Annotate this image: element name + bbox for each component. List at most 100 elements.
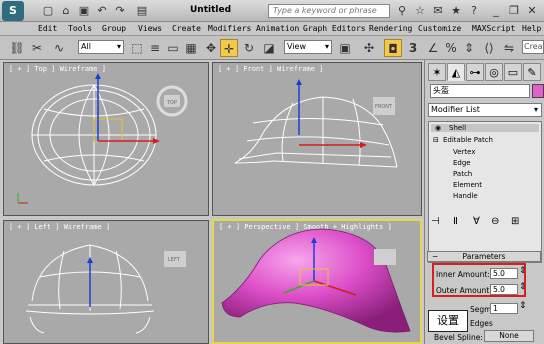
- segments-spinner-arrows-icon[interactable]: ⇕: [519, 301, 527, 311]
- menu-edit[interactable]: Edit: [38, 24, 57, 33]
- project-folder-icon[interactable]: ▤: [134, 3, 150, 19]
- link-icon[interactable]: ⛓: [8, 39, 26, 57]
- select-object-icon[interactable]: ⬚: [128, 39, 146, 57]
- restore-icon[interactable]: ❐: [506, 3, 522, 19]
- snaps-toggle-icon[interactable]: 𝟯: [404, 39, 422, 57]
- menu-tools[interactable]: Tools: [68, 24, 92, 33]
- top-wireframe: TOP: [17, 73, 188, 204]
- new-file-icon[interactable]: ▢: [40, 3, 56, 19]
- menu-bar: Edit Tools Group Views Create Modifiers …: [0, 22, 544, 36]
- subscription-icon[interactable]: ☆: [412, 3, 428, 19]
- unlink-icon[interactable]: ✂: [28, 39, 46, 57]
- menu-rendering[interactable]: Rendering: [369, 24, 412, 33]
- create-tab-icon[interactable]: ✶: [428, 63, 446, 81]
- menu-animation[interactable]: Animation: [256, 24, 299, 33]
- remove-modifier-icon[interactable]: ⊖: [491, 216, 499, 227]
- region-select-icon[interactable]: ▭: [164, 39, 182, 57]
- stack-item-edge[interactable]: Edge: [453, 159, 471, 167]
- mirror-icon[interactable]: ⇋: [500, 39, 518, 57]
- viewcube-front-label[interactable]: FRONT: [375, 104, 393, 110]
- configure-sets-icon[interactable]: ⊞: [511, 216, 519, 227]
- viewport-left[interactable]: [ + ] Left ] Wireframe ] LEFT: [3, 220, 209, 344]
- modifier-stack: Shell ◉ Editable Patch ⊟ Vertex Edge Pat…: [428, 121, 542, 263]
- hierarchy-tab-icon[interactable]: ⊶: [466, 63, 484, 81]
- display-tab-icon[interactable]: ▭: [504, 63, 522, 81]
- modify-tab-icon[interactable]: ◭: [447, 63, 465, 81]
- title-bar: S ▢ ⌂ ▣ ↶ ↷ ▤ Untitled Type a keyword or…: [0, 0, 544, 22]
- bevel-spline-label: Bevel Spline:: [434, 333, 483, 342]
- menu-customize[interactable]: Customize: [418, 24, 461, 33]
- window-title: Untitled: [190, 5, 232, 15]
- stack-item-shell[interactable]: Shell: [431, 124, 539, 132]
- stack-collapse-icon[interactable]: ⊟: [433, 136, 439, 144]
- viewcube-left-label[interactable]: LEFT: [168, 257, 181, 263]
- close-icon[interactable]: ✕: [524, 3, 540, 19]
- menu-graph-editors[interactable]: Graph Editors: [303, 24, 366, 33]
- highlight-box: [432, 263, 526, 297]
- menu-group[interactable]: Group: [102, 24, 126, 33]
- rollout-toggle-icon: −: [432, 252, 439, 261]
- favorites-icon[interactable]: ★: [448, 3, 464, 19]
- undo-icon[interactable]: ↶: [94, 3, 110, 19]
- stack-item-patch[interactable]: Patch: [453, 170, 472, 178]
- menu-modifiers[interactable]: Modifiers: [208, 24, 251, 33]
- edit-named-selection-icon[interactable]: ⟨⟩: [480, 39, 498, 57]
- scale-icon[interactable]: ◪: [260, 39, 278, 57]
- parameters-rollout-title: Parameters: [462, 252, 506, 261]
- left-wireframe: LEFT: [25, 244, 186, 334]
- bevel-spline-button[interactable]: None: [484, 330, 534, 342]
- viewport-perspective[interactable]: [ + ] Perspective ] Smooth + Highlights …: [212, 219, 422, 344]
- select-by-name-icon[interactable]: ≡: [146, 39, 164, 57]
- viewport-front[interactable]: [ + ] Front ] Wireframe ] FRONT: [212, 62, 422, 216]
- motion-tab-icon[interactable]: ◎: [485, 63, 503, 81]
- angle-snap-icon[interactable]: ∠: [424, 39, 442, 57]
- callout-label: 设置: [428, 310, 468, 332]
- stack-item-element[interactable]: Element: [453, 181, 482, 189]
- pivot-center-icon[interactable]: ▣: [336, 39, 354, 57]
- select-move-icon[interactable]: ✥: [202, 39, 220, 57]
- reference-coord-dropdown[interactable]: View: [284, 40, 332, 54]
- app-logo-icon[interactable]: S: [2, 1, 24, 21]
- open-file-icon[interactable]: ⌂: [58, 3, 74, 19]
- viewcube-top-label[interactable]: TOP: [166, 100, 177, 106]
- select-manipulate-icon[interactable]: ✣: [360, 39, 378, 57]
- named-selection-set-field[interactable]: Create: [522, 40, 544, 54]
- minimize-icon[interactable]: _: [488, 3, 504, 19]
- utilities-tab-icon[interactable]: ✎: [523, 63, 541, 81]
- front-wireframe: FRONT: [234, 79, 398, 168]
- select-move-active-icon[interactable]: ✛: [220, 39, 238, 57]
- pin-stack-icon[interactable]: ⊣: [431, 216, 440, 227]
- stack-item-handle[interactable]: Handle: [453, 192, 478, 200]
- rotate-icon[interactable]: ↻: [240, 39, 258, 57]
- spinner-snap-icon[interactable]: ⇕: [460, 39, 478, 57]
- perspective-helmet: [221, 228, 411, 333]
- search-input[interactable]: Type a keyword or phrase: [268, 4, 390, 18]
- selection-filter-dropdown[interactable]: All: [78, 40, 124, 54]
- percent-snap-icon[interactable]: %: [442, 39, 460, 57]
- show-end-result-icon[interactable]: Ⅱ: [453, 216, 458, 227]
- viewport-top[interactable]: [ + ] Top ] Wireframe ] TOP: [3, 62, 209, 216]
- help-icon[interactable]: ?: [466, 3, 482, 19]
- communication-icon[interactable]: ✉: [430, 3, 446, 19]
- binoculars-icon[interactable]: ⚲: [394, 3, 410, 19]
- redo-icon[interactable]: ↷: [112, 3, 128, 19]
- menu-create[interactable]: Create: [172, 24, 201, 33]
- segments-spinner[interactable]: 1: [490, 303, 518, 314]
- bind-spacewarp-icon[interactable]: ∿: [50, 39, 68, 57]
- modifier-list-dropdown[interactable]: Modifier List: [428, 103, 542, 117]
- save-file-icon[interactable]: ▣: [76, 3, 92, 19]
- window-crossing-icon[interactable]: ▦: [182, 39, 200, 57]
- parameters-rollout-header[interactable]: − Parameters: [427, 251, 541, 262]
- make-unique-icon[interactable]: ∀: [473, 216, 480, 227]
- menu-help[interactable]: Help: [522, 24, 541, 33]
- stack-item-editable-patch[interactable]: Editable Patch: [443, 136, 493, 144]
- keyboard-shortcut-override-icon[interactable]: ◘: [384, 39, 402, 57]
- main-toolbar: ⛓ ✂ ∿ All ⬚ ≡ ▭ ▦ ✥ ✛ ↻ ◪ View ▣ ✣ ◘ 𝟯 ∠…: [0, 36, 544, 60]
- stack-eye-icon[interactable]: ◉: [435, 124, 441, 132]
- menu-views[interactable]: Views: [138, 24, 162, 33]
- object-name-field[interactable]: 头盔: [430, 84, 530, 98]
- stack-tools: ⊣ Ⅱ ∀ ⊖ ⊞: [427, 216, 541, 232]
- menu-maxscript[interactable]: MAXScript: [472, 24, 515, 33]
- object-color-swatch[interactable]: [532, 84, 544, 98]
- stack-item-vertex[interactable]: Vertex: [453, 148, 476, 156]
